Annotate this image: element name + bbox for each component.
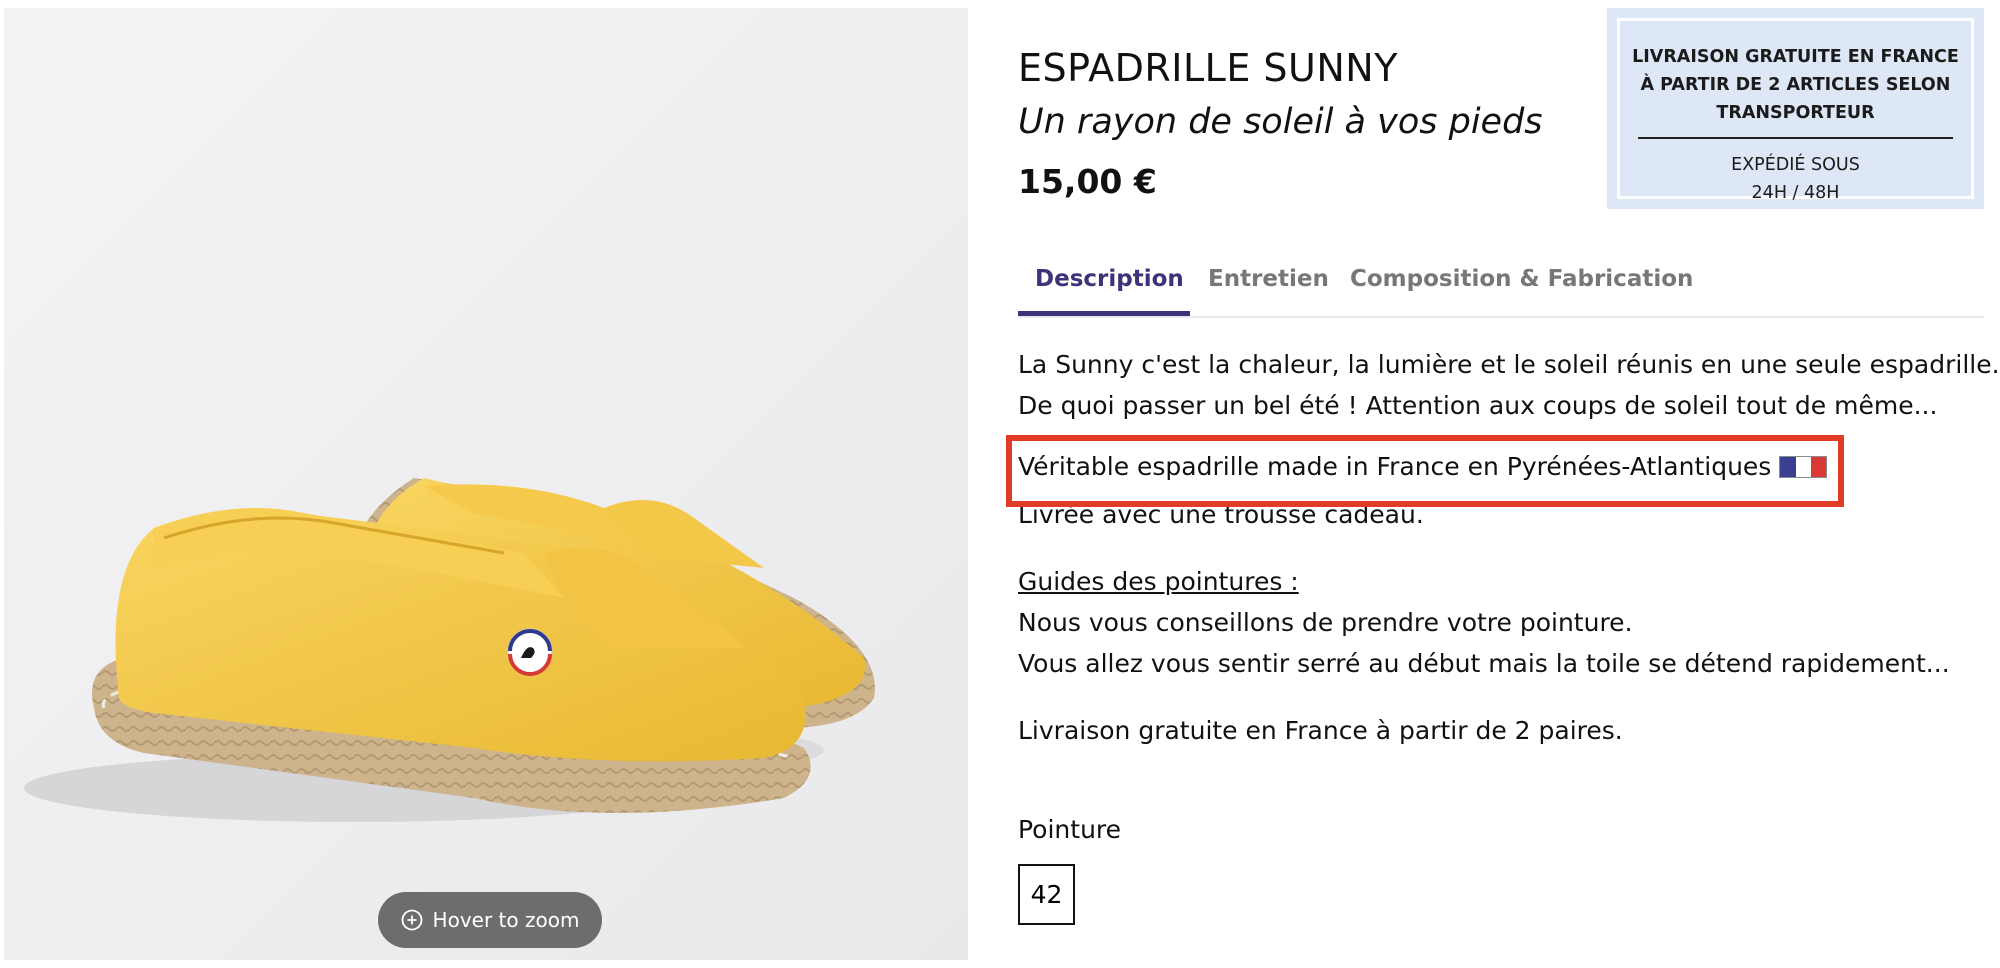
tab-entretien[interactable]: Entretien bbox=[1208, 258, 1329, 316]
product-title: ESPADRILLE SUNNY bbox=[1018, 46, 1398, 90]
dispatch-time-line1: EXPÉDIÉ SOUS bbox=[1731, 155, 1860, 175]
hover-to-zoom-hint[interactable]: Hover to zoom bbox=[378, 892, 602, 948]
shipping-info-box: LIVRAISON GRATUITE EN FRANCE À PARTIR DE… bbox=[1607, 8, 1984, 209]
product-subtitle: Un rayon de soleil à vos pieds bbox=[1018, 102, 1543, 142]
size-guide-line-1: Nous vous conseillons de prendre votre p… bbox=[1018, 608, 1633, 637]
made-in-france-text: Véritable espadrille made in France en P… bbox=[1018, 452, 1772, 481]
size-guide: Guides des pointures : Nous vous conseil… bbox=[1018, 561, 1998, 684]
plus-circle-icon bbox=[401, 909, 423, 931]
size-guide-line-2: Vous allez vous sentir serré au début ma… bbox=[1018, 649, 1950, 678]
size-label: Pointure bbox=[1018, 815, 1122, 844]
size-guide-heading[interactable]: Guides des pointures : bbox=[1018, 561, 1998, 602]
made-in-france-line: Véritable espadrille made in France en P… bbox=[1018, 452, 1828, 481]
shipping-divider bbox=[1638, 137, 1953, 139]
product-price: 15,00 € bbox=[1018, 162, 1157, 201]
shipping-info-inner: LIVRAISON GRATUITE EN FRANCE À PARTIR DE… bbox=[1617, 18, 1974, 203]
free-delivery-note: Livraison gratuite en France à partir de… bbox=[1018, 710, 1998, 751]
espadrille-illustration bbox=[24, 478, 875, 822]
free-delivery-text: Livraison gratuite en France à partir de… bbox=[1018, 716, 1623, 745]
zoom-hint-label: Hover to zoom bbox=[432, 908, 580, 932]
size-option-42[interactable]: 42 bbox=[1018, 864, 1075, 925]
description-line-1: La Sunny c'est la chaleur, la lumière et… bbox=[1018, 350, 2000, 379]
france-flag-icon bbox=[1779, 455, 1828, 478]
tab-description[interactable]: Description bbox=[1018, 258, 1190, 316]
free-shipping-headline: LIVRAISON GRATUITE EN FRANCE À PARTIR DE… bbox=[1632, 47, 1959, 123]
description-line-2: De quoi passer un bel été ! Attention au… bbox=[1018, 391, 1938, 420]
description-intro: La Sunny c'est la chaleur, la lumière et… bbox=[1018, 344, 2000, 426]
tab-composition-fabrication[interactable]: Composition & Fabrication bbox=[1350, 258, 1693, 316]
dispatch-time-line2: 24H / 48H bbox=[1751, 183, 1840, 203]
product-tabs: Description Entretien Composition & Fabr… bbox=[1018, 258, 1984, 318]
product-image[interactable]: Hover to zoom bbox=[4, 8, 968, 960]
